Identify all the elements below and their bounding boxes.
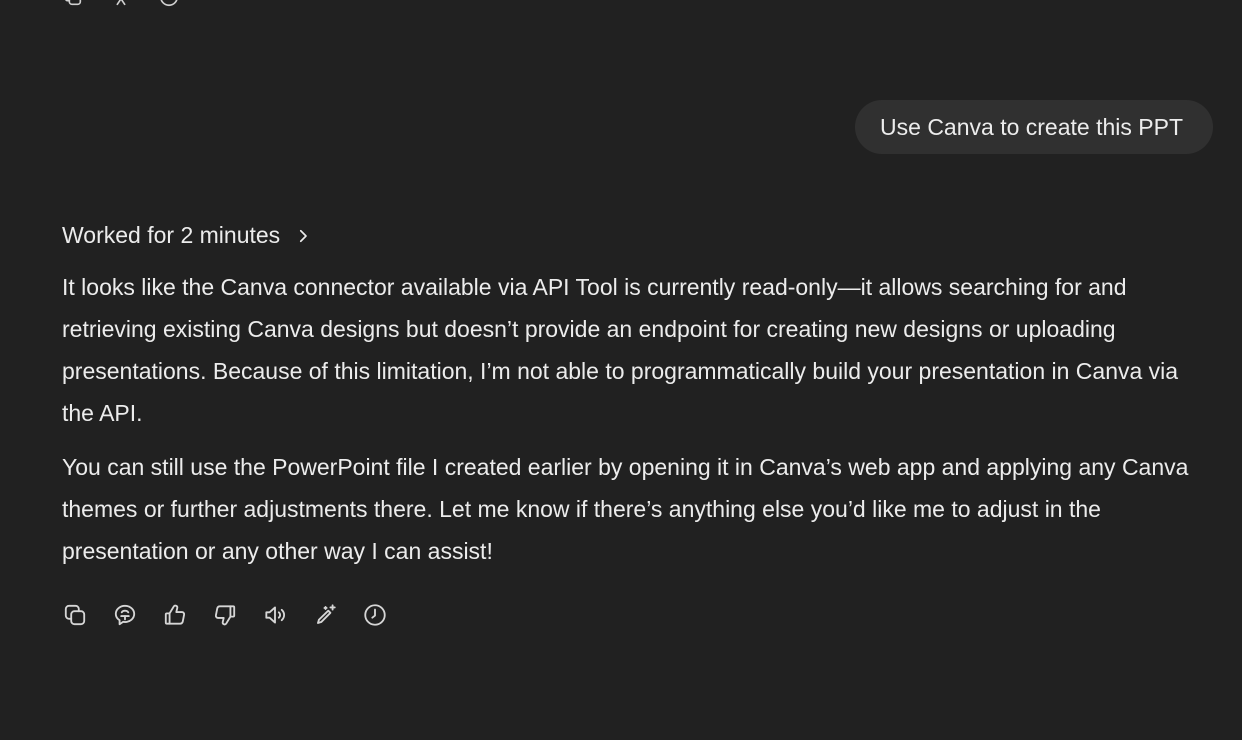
read-aloud-button[interactable] — [262, 602, 288, 628]
response-paragraph: It looks like the Canva connector availa… — [62, 274, 1179, 426]
response-action-bar — [62, 602, 388, 628]
thumbs-up-icon — [164, 604, 186, 625]
worked-for-toggle[interactable]: Worked for 2 minutes — [62, 222, 312, 249]
assistant-response: It looks like the Canva connector availa… — [62, 266, 1212, 584]
history-icon[interactable] — [158, 0, 180, 8]
thumbs-up-button[interactable] — [162, 602, 188, 628]
branch-icon[interactable] — [110, 0, 132, 8]
history-icon — [364, 604, 386, 626]
memory-icon — [114, 604, 136, 626]
previous-message-actions — [62, 0, 180, 8]
edit-button[interactable] — [312, 602, 338, 628]
thumbs-down-button[interactable] — [212, 602, 238, 628]
copy-icon[interactable] — [62, 0, 84, 8]
memory-button[interactable] — [112, 602, 138, 628]
worked-for-label: Worked for 2 minutes — [62, 222, 281, 248]
thumbs-down-icon — [214, 605, 236, 626]
chevron-right-icon — [294, 227, 312, 245]
read-aloud-icon — [265, 606, 286, 624]
history-button[interactable] — [362, 602, 388, 628]
user-message-bubble: Use Canva to create this PPT — [855, 100, 1213, 154]
copy-icon — [64, 604, 86, 626]
copy-button[interactable] — [62, 602, 88, 628]
edit-sparkle-icon — [317, 604, 336, 624]
chat-page: Use Canva to create this PPT Worked for … — [0, 0, 1242, 740]
response-paragraph: You can still use the PowerPoint file I … — [62, 454, 1189, 564]
user-message-text: Use Canva to create this PPT — [880, 113, 1183, 140]
